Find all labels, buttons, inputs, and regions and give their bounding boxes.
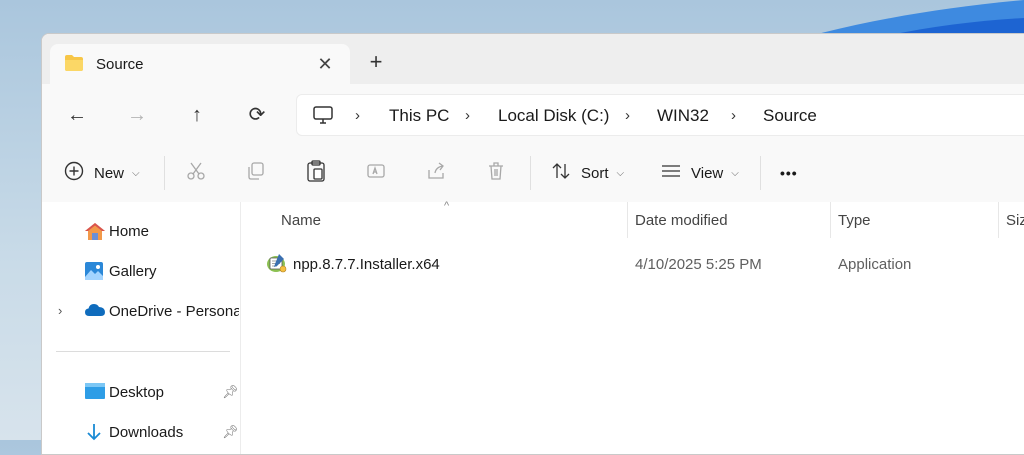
plus-circle-icon bbox=[64, 161, 84, 186]
sort-label: Sort bbox=[581, 164, 609, 182]
column-header-type[interactable]: Type bbox=[830, 202, 998, 238]
share-button[interactable] bbox=[426, 158, 446, 188]
home-icon bbox=[84, 221, 106, 246]
breadcrumb-chevron-icon[interactable]: › bbox=[731, 107, 736, 124]
sidebar-item-desktop[interactable]: Desktop 📌︎ bbox=[42, 378, 240, 408]
breadcrumb-chevron-icon[interactable]: › bbox=[355, 107, 360, 124]
view-button[interactable]: View ⌵ bbox=[661, 158, 739, 188]
paste-button[interactable] bbox=[306, 158, 326, 188]
sidebar-item-label: Downloads bbox=[109, 424, 184, 441]
column-header-size[interactable]: Size bbox=[998, 202, 1024, 238]
sort-button[interactable]: Sort ⌵ bbox=[551, 158, 624, 188]
folder-icon bbox=[64, 54, 84, 77]
toolbar-divider bbox=[760, 156, 761, 190]
scissors-icon bbox=[186, 161, 206, 186]
breadcrumb-source[interactable]: Source bbox=[763, 106, 817, 126]
sidebar-divider bbox=[56, 351, 230, 352]
cut-button[interactable] bbox=[186, 158, 206, 188]
table-row[interactable]: npp.8.7.7.Installer.x64 4/10/2025 5:25 P… bbox=[241, 248, 1024, 278]
back-button[interactable]: ← bbox=[62, 100, 92, 130]
column-header-date-modified[interactable]: Date modified bbox=[627, 202, 830, 238]
delete-button[interactable] bbox=[486, 158, 506, 188]
address-bar[interactable]: › This PC › Local Disk (C:) › WIN32 › So… bbox=[296, 94, 1024, 136]
sidebar-item-downloads[interactable]: Downloads 📌︎ bbox=[42, 418, 240, 448]
navigation-pane: Home Gallery › OneDrive - Personal Deskt… bbox=[42, 202, 241, 454]
gallery-icon bbox=[84, 261, 104, 286]
breadcrumb-chevron-icon[interactable]: › bbox=[465, 107, 470, 124]
chevron-right-icon[interactable]: › bbox=[58, 303, 62, 318]
new-button[interactable]: New ⌵ bbox=[64, 158, 140, 188]
file-explorer-window: Source ✕ + ← → ↑ ⟳ › This PC › Local Dis… bbox=[41, 33, 1024, 455]
command-bar: New ⌵ Sort ⌵ View ⌵ ••• bbox=[42, 144, 1024, 203]
sidebar-item-label: Desktop bbox=[109, 384, 165, 401]
refresh-button[interactable]: ⟳ bbox=[242, 100, 272, 130]
up-button[interactable]: ↑ bbox=[182, 100, 212, 130]
trash-icon bbox=[486, 161, 506, 186]
sidebar-item-label: Gallery bbox=[109, 263, 157, 280]
sidebar-item-onedrive[interactable]: › OneDrive - Personal bbox=[42, 297, 240, 327]
chevron-down-icon: ⌵ bbox=[132, 167, 140, 179]
column-header-name[interactable]: Name bbox=[241, 202, 627, 238]
sidebar-item-gallery[interactable]: Gallery bbox=[42, 257, 240, 287]
file-name: npp.8.7.7.Installer.x64 bbox=[293, 256, 440, 273]
share-icon bbox=[426, 161, 446, 186]
computer-icon bbox=[313, 106, 333, 129]
toolbar-divider bbox=[530, 156, 531, 190]
tab-title: Source bbox=[96, 56, 144, 73]
chevron-down-icon: ⌵ bbox=[731, 167, 739, 179]
copy-button[interactable] bbox=[246, 158, 266, 188]
copy-icon bbox=[246, 161, 266, 186]
pin-icon[interactable]: 📌︎ bbox=[222, 424, 239, 440]
rename-button[interactable] bbox=[366, 158, 386, 188]
clipboard-icon bbox=[306, 159, 326, 187]
list-view-icon bbox=[661, 161, 681, 186]
breadcrumb-win32[interactable]: WIN32 bbox=[657, 106, 709, 126]
sidebar-item-home[interactable]: Home bbox=[42, 217, 240, 247]
sidebar-item-label: Home bbox=[109, 223, 150, 240]
breadcrumb-this-pc[interactable]: This PC bbox=[389, 106, 449, 126]
navigation-bar: ← → ↑ ⟳ › This PC › Local Disk (C:) › WI… bbox=[42, 84, 1024, 144]
chevron-down-icon: ⌵ bbox=[616, 167, 625, 179]
close-tab-icon[interactable]: ✕ bbox=[314, 53, 336, 75]
pin-icon[interactable]: 📌︎ bbox=[222, 384, 239, 400]
downloads-icon bbox=[84, 422, 104, 447]
forward-button[interactable]: → bbox=[122, 100, 152, 130]
sidebar-item-label: OneDrive - Personal bbox=[109, 303, 239, 320]
file-type: Application bbox=[838, 256, 912, 273]
tab-source[interactable]: Source ✕ bbox=[50, 44, 350, 84]
file-list: ^ Name Date modified Type Size bbox=[241, 200, 1024, 454]
view-label: View bbox=[691, 164, 724, 182]
rename-icon bbox=[366, 161, 386, 186]
notepad-plus-plus-app-icon bbox=[265, 252, 287, 279]
file-date-modified: 4/10/2025 5:25 PM bbox=[635, 256, 762, 273]
breadcrumb-local-disk[interactable]: Local Disk (C:) bbox=[498, 106, 609, 126]
breadcrumb-chevron-icon[interactable]: › bbox=[625, 107, 630, 124]
more-options-button[interactable]: ••• bbox=[780, 158, 798, 188]
desktop-icon bbox=[84, 382, 106, 405]
new-tab-button[interactable]: + bbox=[364, 50, 388, 74]
tab-bar: Source ✕ + bbox=[42, 34, 1024, 85]
toolbar-divider bbox=[164, 156, 165, 190]
onedrive-icon bbox=[84, 301, 106, 322]
sort-arrows-icon bbox=[551, 161, 571, 186]
new-label: New bbox=[94, 164, 125, 182]
